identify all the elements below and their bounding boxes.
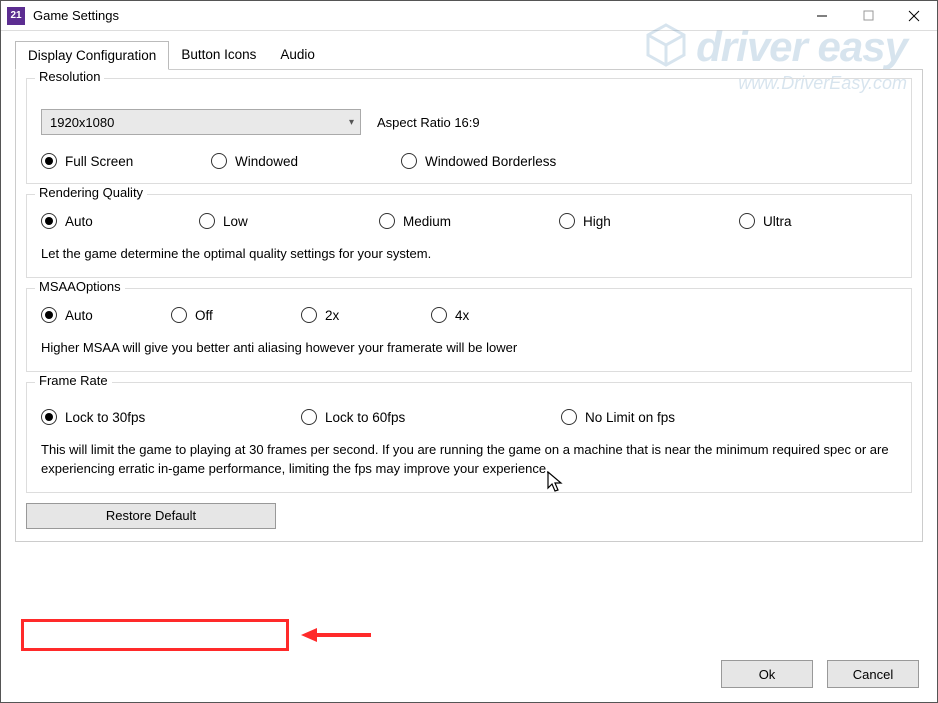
- dialog-footer: Ok Cancel: [721, 660, 919, 688]
- tab-audio[interactable]: Audio: [268, 41, 327, 70]
- radio-label: Medium: [403, 214, 451, 229]
- radio-lock-30fps[interactable]: Lock to 30fps: [41, 409, 301, 425]
- radio-label: Ultra: [763, 214, 792, 229]
- radio-quality-high[interactable]: High: [559, 213, 739, 229]
- display-configuration-panel: Resolution 1920x1080 ▾ Aspect Ratio 16:9…: [15, 69, 923, 542]
- window-buttons: [799, 1, 937, 31]
- radio-label: Windowed Borderless: [425, 154, 556, 169]
- radio-windowed[interactable]: Windowed: [211, 153, 401, 169]
- maximize-button[interactable]: [845, 1, 891, 31]
- radio-label: No Limit on fps: [585, 410, 675, 425]
- radio-icon: [379, 213, 395, 229]
- ok-button[interactable]: Ok: [721, 660, 813, 688]
- resolution-legend: Resolution: [35, 69, 104, 84]
- tab-display-configuration[interactable]: Display Configuration: [15, 41, 169, 70]
- close-button[interactable]: [891, 1, 937, 31]
- msaa-legend: MSAAOptions: [35, 279, 125, 294]
- radio-quality-ultra[interactable]: Ultra: [739, 213, 839, 229]
- radio-icon: [431, 307, 447, 323]
- radio-icon: [301, 307, 317, 323]
- resolution-selected-value: 1920x1080: [50, 115, 114, 130]
- annotation-arrow: [301, 625, 371, 645]
- radio-no-limit-fps[interactable]: No Limit on fps: [561, 409, 821, 425]
- radio-icon: [401, 153, 417, 169]
- frame-rate-legend: Frame Rate: [35, 373, 112, 388]
- restore-default-row: Restore Default: [26, 503, 912, 529]
- radio-label: Auto: [65, 214, 93, 229]
- radio-icon: [41, 213, 57, 229]
- radio-msaa-4x[interactable]: 4x: [431, 307, 561, 323]
- radio-label: Low: [223, 214, 248, 229]
- radio-quality-low[interactable]: Low: [199, 213, 379, 229]
- window-mode-radios: Full Screen Windowed Windowed Borderless: [41, 153, 897, 169]
- chevron-down-icon: ▾: [349, 117, 354, 128]
- radio-icon: [561, 409, 577, 425]
- restore-default-button[interactable]: Restore Default: [26, 503, 276, 529]
- radio-label: Off: [195, 308, 213, 323]
- msaa-radios: Auto Off 2x 4x: [41, 307, 897, 323]
- radio-msaa-off[interactable]: Off: [171, 307, 301, 323]
- tabs: Display Configuration Button Icons Audio: [1, 31, 937, 70]
- frame-rate-radios: Lock to 30fps Lock to 60fps No Limit on …: [41, 409, 897, 425]
- msaa-hint: Higher MSAA will give you better anti al…: [41, 339, 897, 357]
- radio-msaa-auto[interactable]: Auto: [41, 307, 171, 323]
- radio-icon: [171, 307, 187, 323]
- resolution-select[interactable]: 1920x1080 ▾: [41, 109, 361, 135]
- rendering-quality-radios: Auto Low Medium High Ultra: [41, 213, 897, 229]
- radio-icon: [41, 307, 57, 323]
- radio-icon: [739, 213, 755, 229]
- radio-msaa-2x[interactable]: 2x: [301, 307, 431, 323]
- radio-lock-60fps[interactable]: Lock to 60fps: [301, 409, 561, 425]
- radio-label: Lock to 60fps: [325, 410, 405, 425]
- resolution-group: Resolution 1920x1080 ▾ Aspect Ratio 16:9…: [26, 78, 912, 184]
- radio-icon: [559, 213, 575, 229]
- cancel-button[interactable]: Cancel: [827, 660, 919, 688]
- radio-windowed-borderless[interactable]: Windowed Borderless: [401, 153, 601, 169]
- radio-icon: [41, 153, 57, 169]
- titlebar: 21 Game Settings: [1, 1, 937, 31]
- tab-button-icons[interactable]: Button Icons: [169, 41, 268, 70]
- radio-label: Auto: [65, 308, 93, 323]
- radio-full-screen[interactable]: Full Screen: [41, 153, 211, 169]
- radio-icon: [199, 213, 215, 229]
- app-icon: 21: [7, 7, 25, 25]
- frame-rate-group: Frame Rate Lock to 30fps Lock to 60fps N…: [26, 382, 912, 492]
- rendering-legend: Rendering Quality: [35, 185, 147, 200]
- window-title: Game Settings: [33, 8, 119, 23]
- radio-label: 2x: [325, 308, 339, 323]
- radio-label: Windowed: [235, 154, 298, 169]
- radio-quality-medium[interactable]: Medium: [379, 213, 559, 229]
- radio-icon: [211, 153, 227, 169]
- radio-label: 4x: [455, 308, 469, 323]
- frame-rate-hint: This will limit the game to playing at 3…: [41, 441, 897, 477]
- annotation-highlight: [21, 619, 289, 651]
- aspect-ratio-label: Aspect Ratio 16:9: [377, 115, 480, 130]
- msaa-group: MSAAOptions Auto Off 2x 4x Higher MSAA w…: [26, 288, 912, 372]
- radio-label: Lock to 30fps: [65, 410, 145, 425]
- minimize-button[interactable]: [799, 1, 845, 31]
- radio-label: High: [583, 214, 611, 229]
- radio-icon: [301, 409, 317, 425]
- radio-quality-auto[interactable]: Auto: [41, 213, 199, 229]
- rendering-hint: Let the game determine the optimal quali…: [41, 245, 897, 263]
- radio-icon: [41, 409, 57, 425]
- rendering-quality-group: Rendering Quality Auto Low Medium High U…: [26, 194, 912, 278]
- radio-label: Full Screen: [65, 154, 133, 169]
